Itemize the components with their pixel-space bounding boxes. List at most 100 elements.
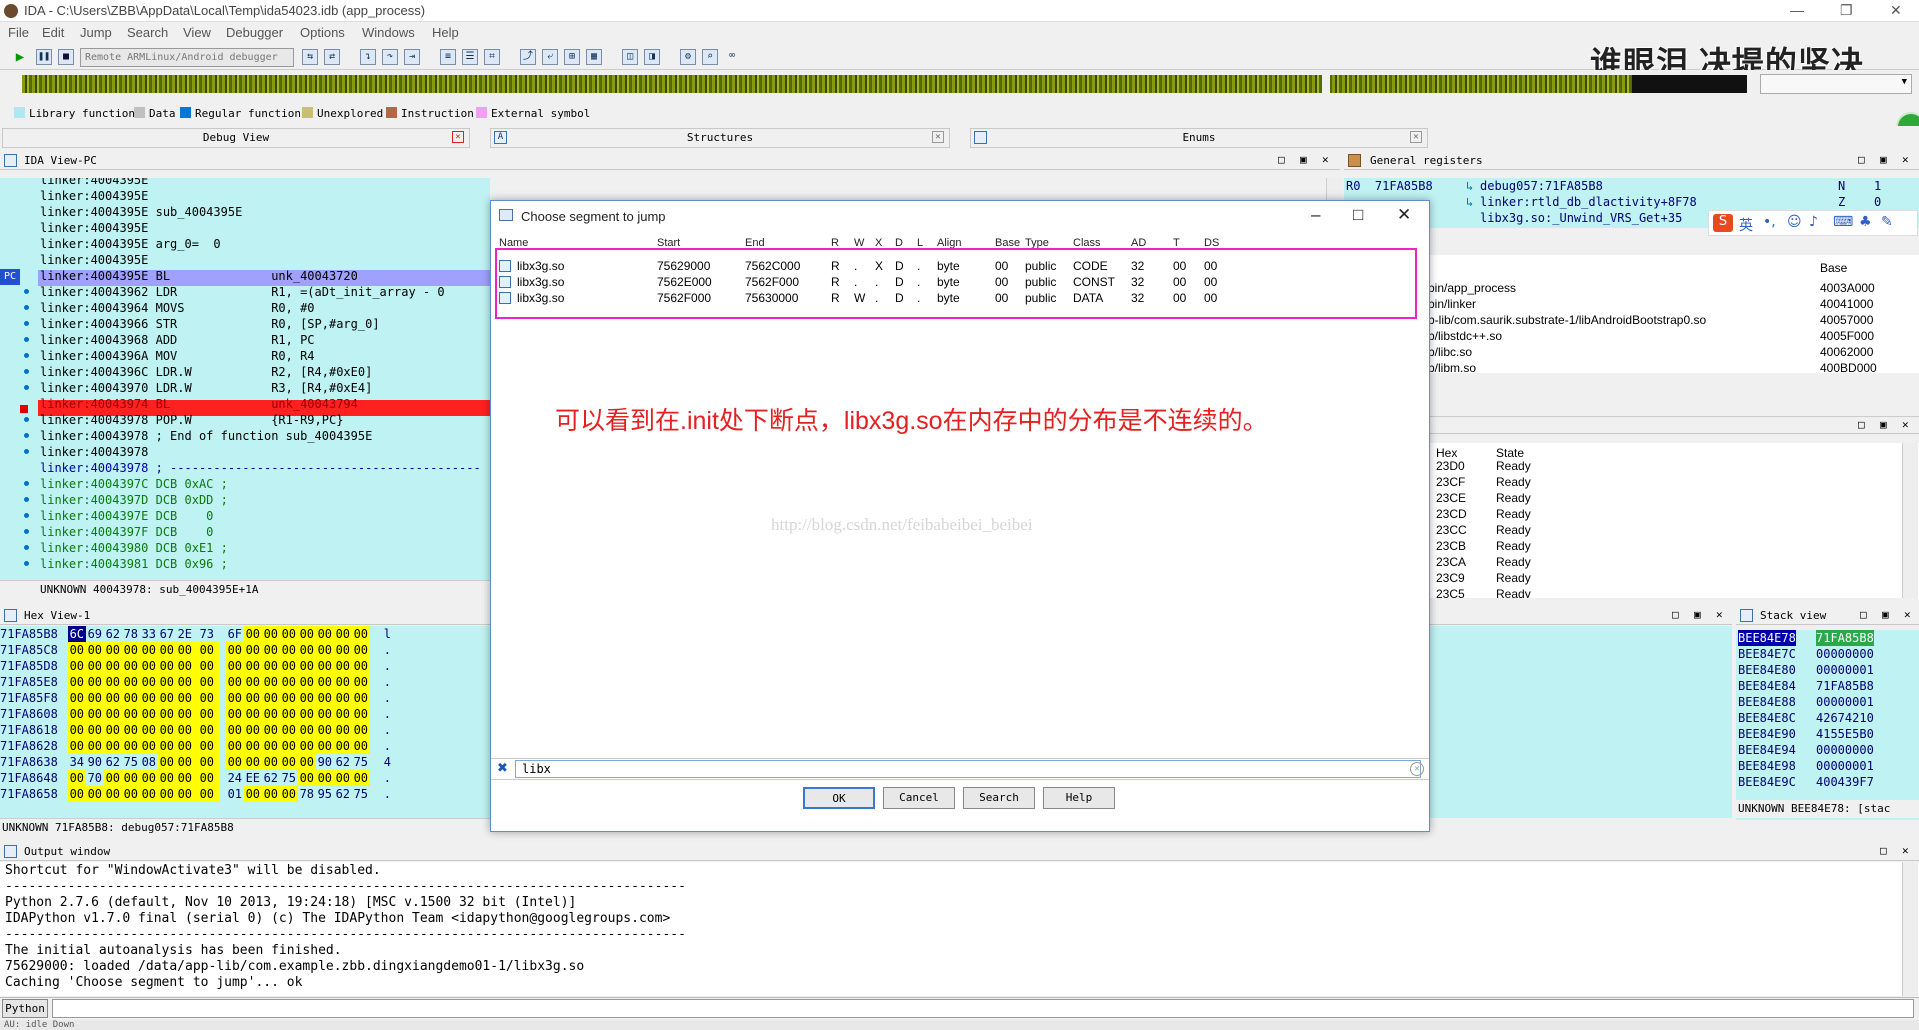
disasm-line[interactable]: linker:40043962 LDR R1, =(aDt_init_array… <box>40 284 445 300</box>
hex-row[interactable]: 71FA8608 00 00 00 00 00 00 00 00 00 00 00 00 00 00 00 00… <box>0 706 391 722</box>
hex-byte[interactable]: 00 <box>297 754 316 770</box>
stack-view-float-icon[interactable]: □ <box>1860 608 1867 621</box>
stack-value[interactable]: 42674210 <box>1816 710 1874 726</box>
hex-byte[interactable]: 00 <box>139 642 158 658</box>
thread-id[interactable]: 23CD <box>1436 507 1467 521</box>
run-to-cursor-icon[interactable]: ⇥ <box>404 49 420 65</box>
disasm-line[interactable]: linker:40043980 DCB 0xE1 ; <box>40 540 228 556</box>
stack-address[interactable]: BEE84E84 <box>1738 678 1796 694</box>
breakpoint-icon[interactable] <box>20 405 28 413</box>
hex-byte[interactable]: 00 <box>85 738 104 754</box>
hex-byte[interactable]: 00 <box>351 642 370 658</box>
hex-byte[interactable]: 00 <box>139 738 158 754</box>
python-language-button[interactable]: Python <box>2 999 48 1018</box>
tab-enums[interactable]: Enums <box>970 128 1428 148</box>
disasm-line[interactable]: linker:40043978 ; End of function sub_40… <box>40 428 372 444</box>
hex-byte[interactable]: 00 <box>297 626 316 642</box>
stack-value[interactable]: 00000000 <box>1816 646 1874 662</box>
modules-panel[interactable]: Base bin/app_process 4003A000 bin/linker 40… <box>1428 255 1919 373</box>
hex-byte[interactable]: 00 <box>139 706 158 722</box>
hex-byte[interactable]: 00 <box>225 722 244 738</box>
hex-byte[interactable]: 00 <box>315 706 334 722</box>
hex-byte[interactable]: 00 <box>333 626 352 642</box>
hex-byte[interactable]: 00 <box>139 690 158 706</box>
hex-row[interactable]: 71FA85B8 6C 69 62 78 33 67 2E 73 6F 00 00 00 00 00 00 00… <box>0 626 391 642</box>
hex-byte[interactable]: 00 <box>157 690 176 706</box>
disasm-line[interactable]: linker:40043978 ; ----------------------… <box>40 460 481 476</box>
module-path[interactable]: bin/app_process <box>1428 281 1516 295</box>
thread-id[interactable]: 23C9 <box>1436 571 1465 585</box>
stack-value[interactable]: 71FA85B8 <box>1816 678 1874 694</box>
output-scrollbar[interactable] <box>1902 862 1918 996</box>
hex-byte[interactable]: 00 <box>333 738 352 754</box>
registers-float-icon[interactable]: □ <box>1858 153 1865 166</box>
hex-byte[interactable]: 00 <box>67 642 86 658</box>
output-float-icon[interactable]: □ <box>1880 844 1887 857</box>
hex-byte[interactable]: 00 <box>175 738 194 754</box>
hex-byte[interactable]: 00 <box>315 722 334 738</box>
stack-address[interactable]: BEE84E9C <box>1738 774 1796 790</box>
hex-byte[interactable]: 00 <box>193 674 220 690</box>
hex-byte[interactable]: 00 <box>175 706 194 722</box>
disasm-line[interactable]: linker:4004397D DCB 0xDD ; <box>40 492 228 508</box>
hex-byte[interactable]: 00 <box>103 658 122 674</box>
minimize-icon[interactable]: — <box>1790 2 1804 18</box>
hex-byte[interactable]: 00 <box>157 738 176 754</box>
hex-byte[interactable]: 6F <box>226 626 244 642</box>
hex-byte[interactable]: 00 <box>121 658 140 674</box>
hex-byte[interactable]: 62 <box>334 754 352 770</box>
hex-byte[interactable]: 00 <box>297 642 316 658</box>
stack-value[interactable]: 00000001 <box>1816 758 1874 774</box>
hex-view-float-icon[interactable]: □ <box>1672 608 1679 621</box>
output-window[interactable]: Shortcut for "WindowActivate3" will be d… <box>0 862 1919 996</box>
hex-byte[interactable]: 00 <box>243 690 262 706</box>
ime-skin-icon[interactable]: ♣ <box>1859 214 1872 230</box>
disasm-line[interactable]: linker:40043978 POP.W {R1-R9,PC} <box>40 412 343 428</box>
detach-icon[interactable]: ⇄ <box>324 49 340 65</box>
hex-byte[interactable]: 00 <box>225 706 244 722</box>
disasm-line[interactable]: linker:4004396A MOV R0, R4 <box>40 348 315 364</box>
hex-byte[interactable]: 00 <box>121 642 140 658</box>
segment-row[interactable]: libx3g.so 75629000 7562C000 R. X D. byte 00 publ… <box>491 258 1429 274</box>
hex-byte[interactable]: 00 <box>85 674 104 690</box>
hex-byte[interactable]: 00 <box>333 674 352 690</box>
hex-byte[interactable]: 75 <box>280 770 298 786</box>
ime-settings-icon[interactable]: ✎ <box>1881 214 1893 230</box>
hex-byte[interactable]: 00 <box>279 626 298 642</box>
hex-byte[interactable]: 00 <box>261 786 280 802</box>
ime-emoji-icon[interactable]: ☺ <box>1787 214 1802 230</box>
hex-byte[interactable]: 2E <box>176 626 194 642</box>
hex-byte[interactable]: 00 <box>175 658 194 674</box>
restore-icon[interactable]: ❐ <box>1840 2 1853 19</box>
close-window-icon[interactable]: ✕ <box>1890 2 1902 19</box>
registers-close-icon[interactable]: ✕ <box>1902 153 1909 166</box>
hex-byte[interactable]: 00 <box>279 738 298 754</box>
disasm-line[interactable]: linker:40043970 LDR.W R3, [R4,#0xE4] <box>40 380 372 396</box>
threads-float-icon[interactable]: □ <box>1858 418 1865 431</box>
hex-byte[interactable]: 00 <box>193 706 220 722</box>
menu-windows[interactable]: Windows <box>362 25 415 40</box>
stack-value[interactable]: 400439F7 <box>1816 774 1874 790</box>
disasm-line[interactable]: linker:4004395E <box>40 178 148 188</box>
module-path[interactable]: b/libc.so <box>1428 345 1472 359</box>
menu-file[interactable]: File <box>8 25 29 40</box>
trace-icon[interactable]: ⌗ <box>484 49 500 65</box>
menu-help[interactable]: Help <box>432 25 459 40</box>
hex-byte[interactable]: 00 <box>85 786 104 802</box>
hex-byte[interactable]: 00 <box>175 770 194 786</box>
hex-byte[interactable]: 00 <box>279 786 298 802</box>
hex-byte[interactable]: 00 <box>243 642 262 658</box>
hex-byte[interactable]: 00 <box>243 674 262 690</box>
watch-list-icon[interactable]: ☰ <box>462 49 478 65</box>
hex-byte[interactable]: 00 <box>333 770 352 786</box>
hex-byte[interactable]: 00 <box>315 690 334 706</box>
disasm-line[interactable]: linker:4004397E DCB 0 <box>40 508 213 524</box>
hex-byte[interactable]: 00 <box>121 786 140 802</box>
hex-byte[interactable]: 00 <box>351 770 370 786</box>
hex-byte[interactable]: 00 <box>351 722 370 738</box>
menu-view[interactable]: View <box>183 25 211 40</box>
disasm-line[interactable]: linker:4004395E <box>40 252 148 268</box>
stack-address[interactable]: BEE84E78 <box>1738 630 1796 646</box>
hex-byte[interactable]: 00 <box>121 770 140 786</box>
hex-byte[interactable]: 00 <box>121 690 140 706</box>
